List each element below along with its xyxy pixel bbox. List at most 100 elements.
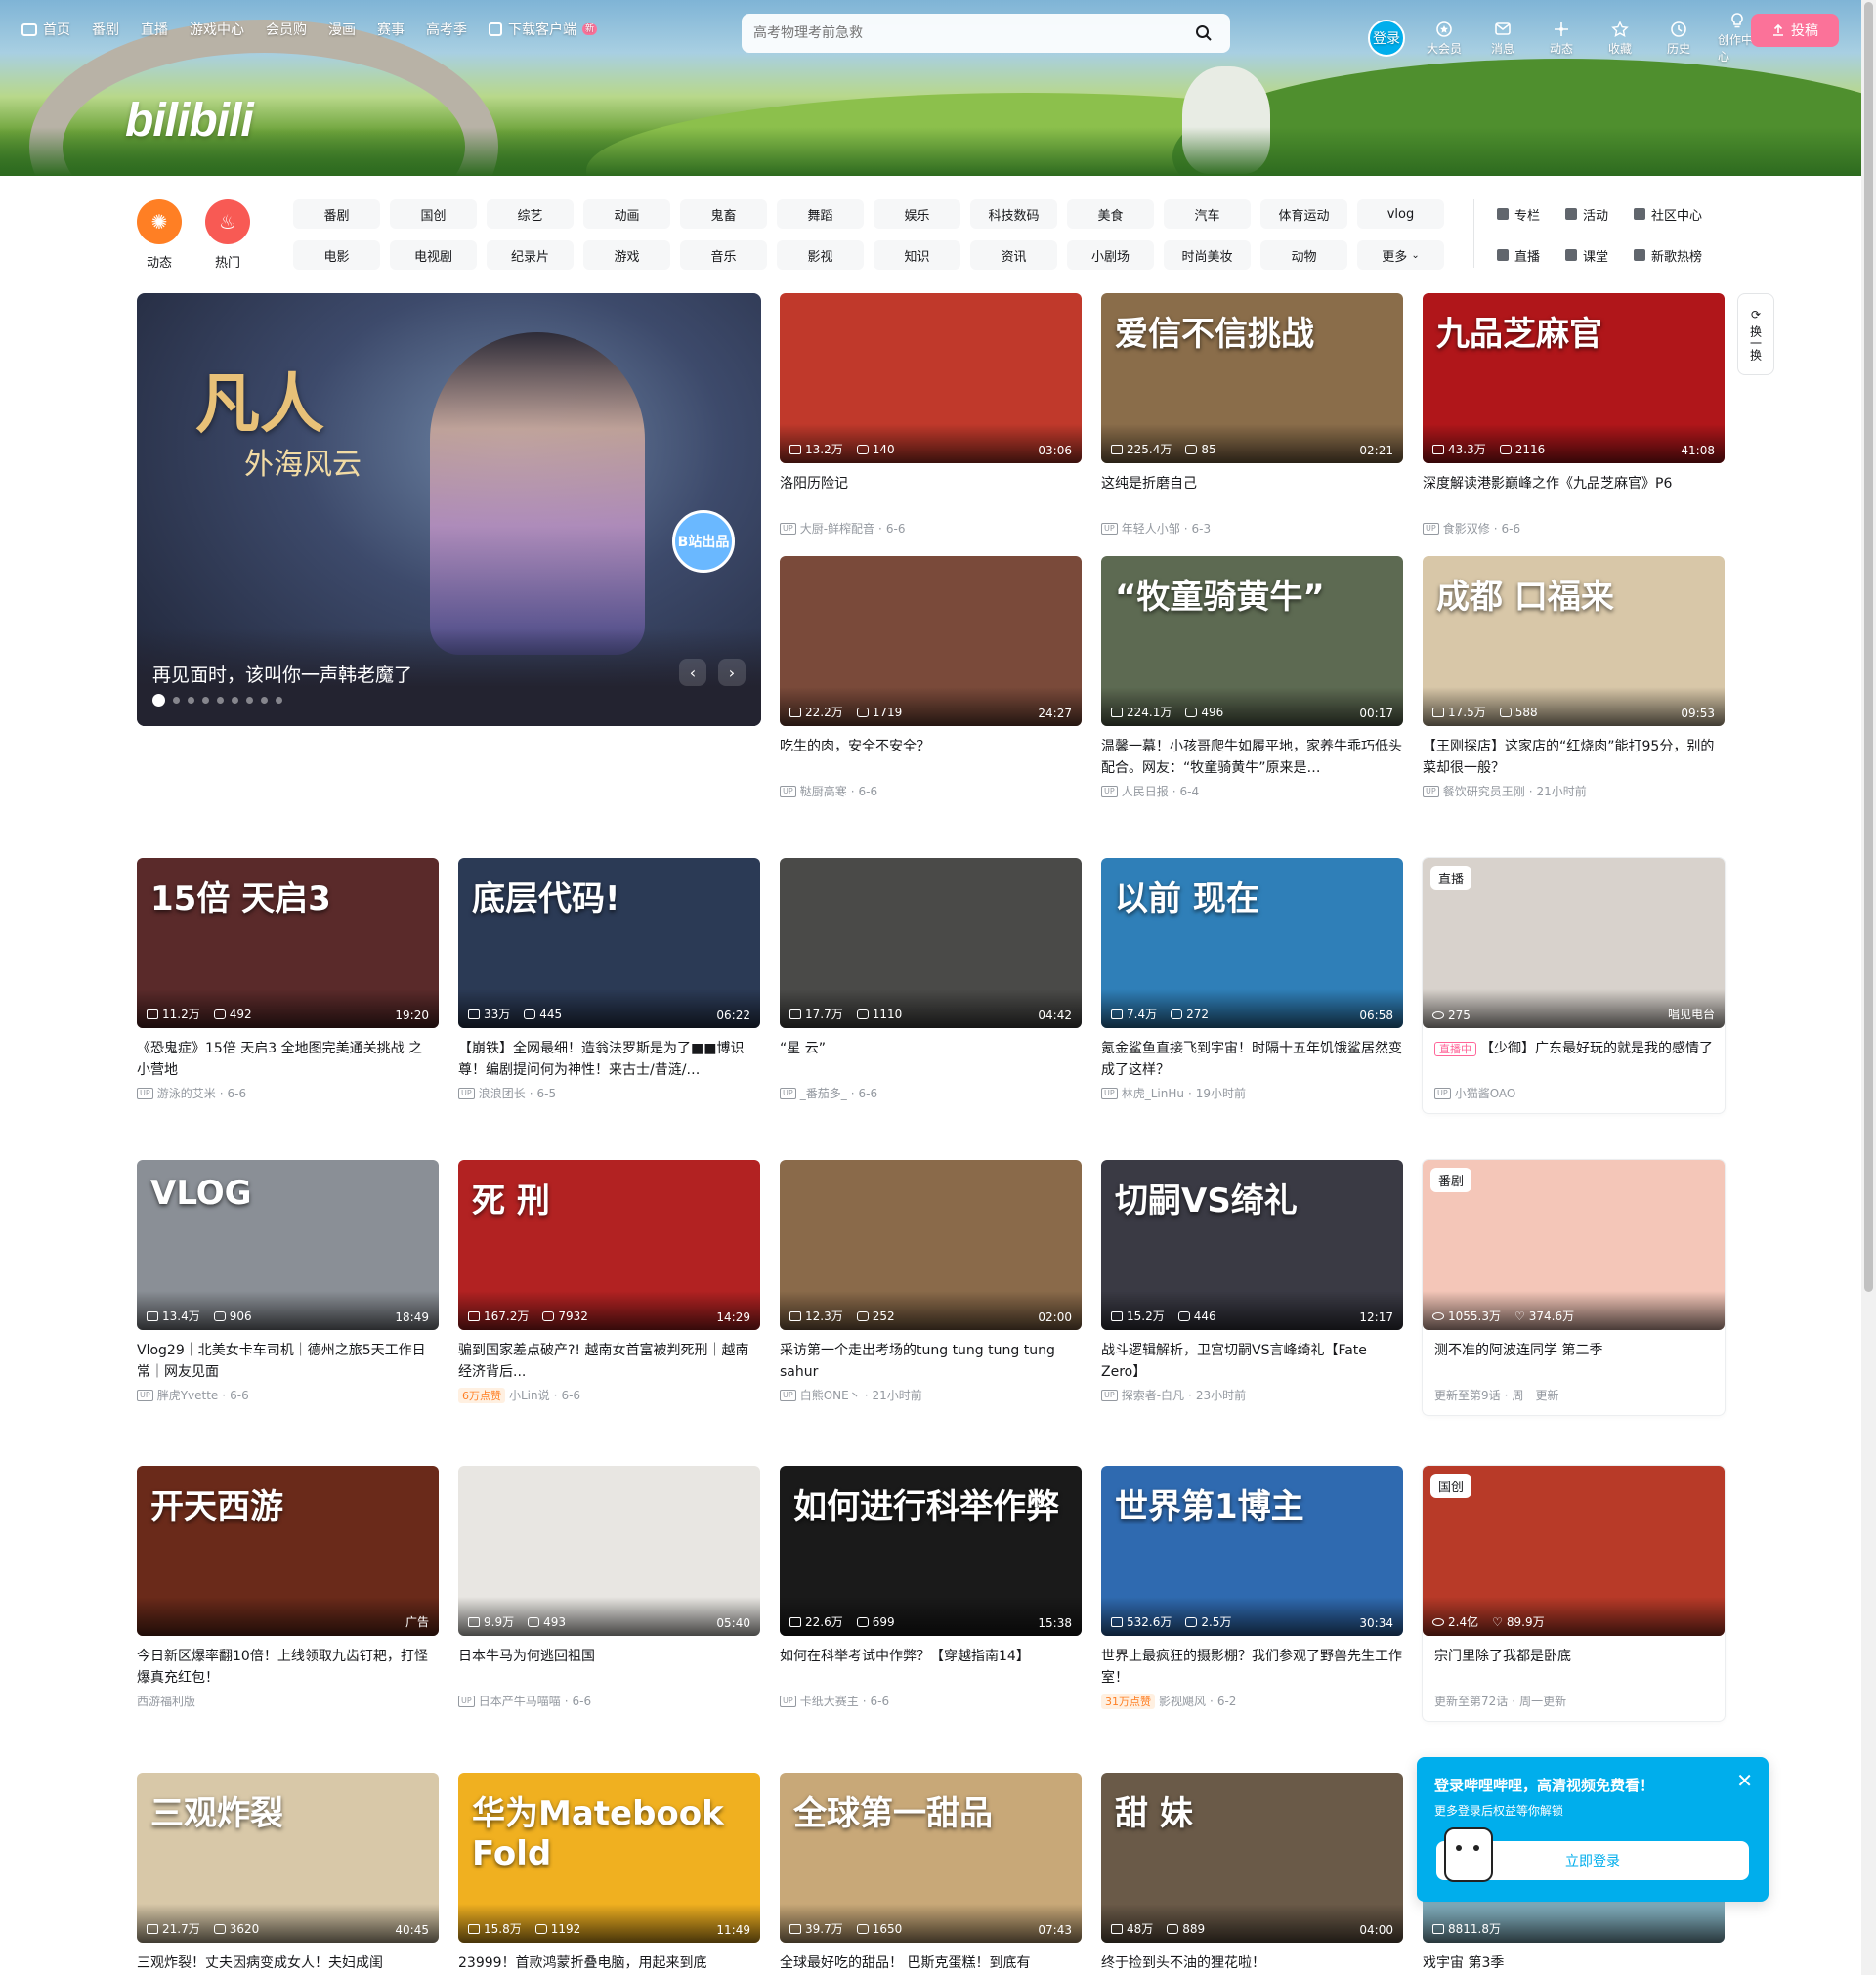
nav-bangumi[interactable]: 番剧: [92, 20, 119, 39]
video-thumbnail[interactable]: 切嗣VS绮礼 15.2万 446 12:17: [1101, 1160, 1403, 1330]
nav-live[interactable]: 直播: [141, 20, 168, 39]
nav-home[interactable]: 首页: [21, 20, 70, 39]
author-name[interactable]: 餐饮研究员王刚: [1443, 783, 1525, 799]
channel-chip[interactable]: 动画: [583, 199, 670, 229]
video-title[interactable]: 【崩铁】全网最细！造翁法罗斯是为了■■博识尊！编剧提问何为神性！来古士/昔涟/…: [458, 1038, 760, 1081]
author-name[interactable]: 影视飓风: [1159, 1693, 1206, 1709]
video-card[interactable]: 切嗣VS绮礼 15.2万 446 12:17 战斗逻辑解析，卫宫切嗣VS言峰绮礼【…: [1101, 1160, 1403, 1403]
video-thumbnail[interactable]: 12.3万 252 02:00: [780, 1160, 1082, 1330]
channel-chip[interactable]: 娱乐: [874, 199, 960, 229]
video-card[interactable]: 13.2万 140 03:06 洛阳历险记 UP 大厨-鲜榨配音 · 6-6: [780, 293, 1082, 537]
video-card[interactable]: 华为Matebook Fold 15.8万 1192 11:49 23999！首款…: [458, 1773, 760, 1975]
channel-chip[interactable]: 汽车: [1164, 199, 1251, 229]
video-title[interactable]: 《恐鬼症》15倍 天启3 全地图完美通关挑战 之 小营地: [137, 1038, 439, 1081]
author-name[interactable]: 食影双修: [1443, 520, 1490, 537]
video-thumbnail[interactable]: 底层代码! 33万 445 06:22: [458, 858, 760, 1028]
video-card[interactable]: 甜 妹 48万 889 04:00 终于捡到头不油的狸花啦！: [1101, 1773, 1403, 1975]
video-thumbnail[interactable]: 以前 现在 7.4万 272 06:58: [1101, 858, 1403, 1028]
quick-hot[interactable]: ♨ 热门: [205, 199, 250, 271]
video-card[interactable]: 如何进行科举作弊 22.6万 699 15:38 如何在科举考试中作弊？【穿越指南…: [780, 1466, 1082, 1709]
video-card[interactable]: 开天西游 广告 今日新区爆率翻10倍！上线领取九齿钉耙，打怪爆真充红包！ 西游福…: [137, 1466, 439, 1709]
video-thumbnail[interactable]: 17.7万 1110 04:42: [780, 858, 1082, 1028]
carousel-dot[interactable]: [232, 697, 238, 704]
carousel-dot[interactable]: [202, 697, 209, 704]
video-card[interactable]: 死 刑 167.2万 7932 14:29 骗到国家差点破产?! 越南女首富被判死…: [458, 1160, 760, 1403]
author-name[interactable]: 人民日报: [1122, 783, 1169, 799]
channel-chip[interactable]: 电视剧: [390, 240, 477, 270]
nav-manga[interactable]: 漫画: [328, 20, 356, 39]
close-icon[interactable]: ✕: [1736, 1769, 1753, 1792]
page-scrollbar[interactable]: [1861, 0, 1876, 1975]
video-title[interactable]: 骗到国家差点破产?! 越南女首富被判死刑｜越南经济背后...: [458, 1340, 760, 1383]
carousel-dot[interactable]: [217, 697, 224, 704]
channel-chip[interactable]: 美食: [1067, 199, 1154, 229]
video-title[interactable]: 采访第一个走出考场的tung tung tung tung sahur: [780, 1340, 1082, 1383]
author-name[interactable]: _番茄多_: [800, 1085, 847, 1101]
author-name[interactable]: 日本产牛马喵喵: [479, 1693, 561, 1709]
video-thumbnail[interactable]: 直播 275 唱见电台: [1423, 858, 1725, 1028]
video-thumbnail[interactable]: 如何进行科举作弊 22.6万 699 15:38: [780, 1466, 1082, 1636]
author-name[interactable]: 浪浪团长: [479, 1085, 526, 1101]
nav-gaokao[interactable]: 高考季: [426, 20, 467, 39]
author-name[interactable]: 鞑厨高寒: [800, 783, 847, 799]
author-name[interactable]: 大厨-鲜榨配音: [800, 520, 874, 537]
video-title[interactable]: 三观炸裂！丈夫因病变成女人！夫妇成闺: [137, 1953, 439, 1975]
video-title[interactable]: 终于捡到头不油的狸花啦！: [1101, 1953, 1403, 1975]
link-community[interactable]: 社区中心: [1634, 199, 1702, 229]
video-title[interactable]: 【王刚探店】这家店的“红烧肉”能打95分，别的菜却很一般？: [1423, 736, 1725, 779]
channel-chip[interactable]: 电影: [293, 240, 380, 270]
video-card[interactable]: 底层代码! 33万 445 06:22 【崩铁】全网最细！造翁法罗斯是为了■■博识…: [458, 858, 760, 1101]
video-card[interactable]: 成都 口福来 17.5万 588 09:53 【王刚探店】这家店的“红烧肉”能打9…: [1423, 556, 1725, 799]
video-title[interactable]: 今日新区爆率翻10倍！上线领取九齿钉耙，打怪爆真充红包！: [137, 1646, 439, 1689]
carousel-title[interactable]: 再见面时，该叫你一声韩老魔了: [152, 661, 412, 687]
channel-chip[interactable]: 国创: [390, 199, 477, 229]
video-thumbnail[interactable]: 番剧 1055.3万 ♡ 374.6万: [1423, 1160, 1725, 1330]
video-card[interactable]: 12.3万 252 02:00 采访第一个走出考场的tung tung tung …: [780, 1160, 1082, 1403]
video-card[interactable]: 世界第1博主 532.6万 2.5万 30:34 世界上最疯狂的摄影棚？我们参观了…: [1101, 1466, 1403, 1709]
video-card[interactable]: 三观炸裂 21.7万 3620 40:45 三观炸裂！丈夫因病变成女人！夫妇成闺: [137, 1773, 439, 1975]
channel-chip[interactable]: 番剧: [293, 199, 380, 229]
video-thumbnail[interactable]: 九品芝麻官 43.3万 2116 41:08: [1423, 293, 1725, 463]
channel-chip[interactable]: 游戏: [583, 240, 670, 270]
link-classroom[interactable]: 课堂: [1565, 240, 1608, 270]
nav-download-client[interactable]: 下载客户端新: [489, 20, 598, 39]
channel-more-button[interactable]: 更多 ⌄: [1357, 240, 1444, 270]
channel-chip[interactable]: 体育运动: [1260, 199, 1347, 229]
author-name[interactable]: 卡纸大赛主: [800, 1693, 859, 1709]
video-card[interactable]: VLOG 13.4万 906 18:49 Vlog29｜北美女卡车司机｜德州之旅5…: [137, 1160, 439, 1403]
video-title[interactable]: 深度解读港影巅峰之作《九品芝麻官》P6: [1423, 473, 1725, 516]
search-button[interactable]: [1189, 19, 1218, 48]
carousel-dot[interactable]: [152, 694, 165, 707]
video-title[interactable]: 宗门里除了我都是卧底: [1423, 1646, 1725, 1689]
upload-button[interactable]: 投稿: [1751, 14, 1839, 47]
carousel-prev-button[interactable]: ‹: [679, 659, 706, 686]
video-thumbnail[interactable]: 13.2万 140 03:06: [780, 293, 1082, 463]
channel-chip[interactable]: 时尚美妆: [1164, 240, 1251, 270]
link-music-chart[interactable]: 新歌热榜: [1634, 240, 1702, 270]
channel-chip[interactable]: 音乐: [680, 240, 767, 270]
link-column[interactable]: 专栏: [1497, 199, 1540, 229]
carousel-dot[interactable]: [276, 697, 282, 704]
video-card[interactable]: 全球第一甜品 39.7万 1650 07:43 全球最好吃的甜品！ 巴斯克蛋糕！到…: [780, 1773, 1082, 1975]
hero-carousel[interactable]: 凡人 外海风云 B站出品 再见面时，该叫你一声韩老魔了 ‹ ›: [137, 293, 761, 726]
carousel-dot[interactable]: [188, 697, 194, 704]
video-card[interactable]: 爱信不信挑战 225.4万 85 02:21 这纯是折磨自己 UP 年轻人小邹 · 6-…: [1101, 293, 1403, 537]
author-name[interactable]: 小Lin说: [509, 1387, 550, 1403]
channel-chip[interactable]: 动物: [1260, 240, 1347, 270]
channel-chip[interactable]: 资讯: [970, 240, 1057, 270]
nav-game-center[interactable]: 游戏中心: [190, 20, 244, 39]
video-card[interactable]: 17.7万 1110 04:42 “星 云” UP _番茄多_ · 6-6: [780, 858, 1082, 1101]
video-title[interactable]: 温馨一幕！小孩哥爬牛如履平地，家养牛乖巧低头配合。网友：“牧童骑黄牛”原来是…: [1101, 736, 1403, 779]
video-thumbnail[interactable]: 甜 妹 48万 889 04:00: [1101, 1773, 1403, 1943]
carousel-dot[interactable]: [246, 697, 253, 704]
video-title[interactable]: “星 云”: [780, 1038, 1082, 1081]
video-title[interactable]: 如何在科举考试中作弊？【穿越指南14】: [780, 1646, 1082, 1689]
video-title[interactable]: 世界上最疯狂的摄影棚？我们参观了野兽先生工作室！: [1101, 1646, 1403, 1689]
author-name[interactable]: 探索者-白凡: [1122, 1387, 1184, 1403]
author-name[interactable]: 西游福利版: [137, 1693, 195, 1709]
nav-messages[interactable]: 消息: [1483, 21, 1522, 57]
channel-chip[interactable]: 纪录片: [487, 240, 574, 270]
author-name[interactable]: 年轻人小邹: [1122, 520, 1180, 537]
featured-card[interactable]: 直播 275 唱见电台 直播中 【少御】广东最好玩的就是我的感情了 UP 小猫酱OA…: [1423, 858, 1725, 1113]
refresh-feed-button[interactable]: ⟳ 换一换: [1737, 293, 1774, 375]
